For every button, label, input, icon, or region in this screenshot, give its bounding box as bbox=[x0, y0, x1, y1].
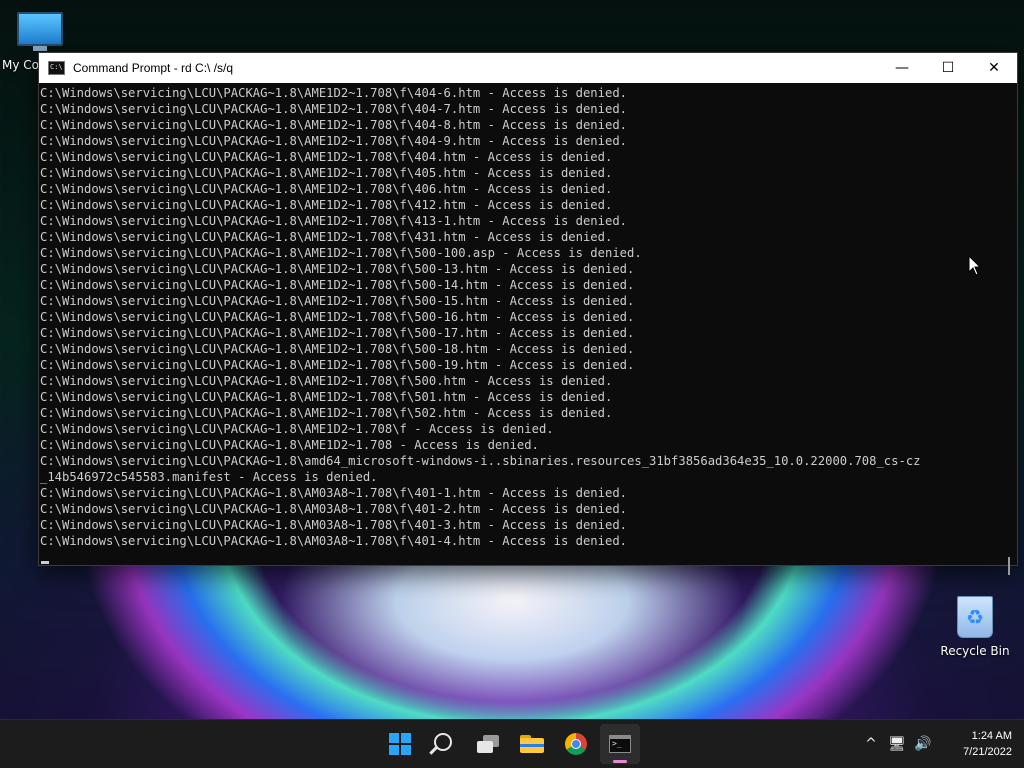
console-line: C:\Windows\servicing\LCU\PACKAG~1.8\AME1… bbox=[40, 102, 627, 116]
command-prompt-icon: C:\ bbox=[48, 61, 65, 75]
console-line: C:\Windows\servicing\LCU\PACKAG~1.8\AME1… bbox=[40, 150, 613, 164]
start-button[interactable] bbox=[380, 724, 420, 764]
console-line: C:\Windows\servicing\LCU\PACKAG~1.8\AME1… bbox=[40, 310, 635, 324]
console-line: C:\Windows\servicing\LCU\PACKAG~1.8\AM03… bbox=[40, 518, 627, 532]
console-scrollbar[interactable] bbox=[999, 83, 1017, 575]
text-cursor bbox=[41, 561, 49, 564]
console-line: C:\Windows\servicing\LCU\PACKAG~1.8\AME1… bbox=[40, 390, 613, 404]
console-line: C:\Windows\servicing\LCU\PACKAG~1.8\AME1… bbox=[40, 262, 635, 276]
console-line: C:\Windows\servicing\LCU\PACKAG~1.8\AME1… bbox=[40, 326, 635, 340]
console-line: C:\Windows\servicing\LCU\PACKAG~1.8\AM03… bbox=[40, 486, 627, 500]
recycle-bin-label: Recycle Bin bbox=[940, 644, 1010, 658]
scrollbar-thumb[interactable] bbox=[1008, 557, 1010, 575]
monitor-icon bbox=[17, 12, 63, 46]
system-tray: ^ 🖥 🔊 1:24 AM 7/21/2022 bbox=[858, 720, 1024, 768]
console-line: _14b546972c545583.manifest - Access is d… bbox=[40, 470, 378, 484]
console-line: C:\Windows\servicing\LCU\PACKAG~1.8\AME1… bbox=[40, 134, 627, 148]
window-titlebar[interactable]: C:\ Command Prompt - rd C:\ /s/q — ☐ ✕ bbox=[39, 53, 1017, 83]
file-explorer-button[interactable] bbox=[512, 724, 552, 764]
network-icon[interactable]: 🖥 bbox=[884, 736, 910, 752]
console-line: C:\Windows\servicing\LCU\PACKAG~1.8\AME1… bbox=[40, 166, 613, 180]
search-button[interactable] bbox=[424, 724, 464, 764]
task-view-icon bbox=[477, 735, 499, 753]
clock-time: 1:24 AM bbox=[971, 730, 1012, 742]
console-line: C:\Windows\servicing\LCU\PACKAG~1.8\AME1… bbox=[40, 406, 613, 420]
console-line: C:\Windows\servicing\LCU\PACKAG~1.8\AME1… bbox=[40, 374, 613, 388]
show-hidden-icons-chevron-icon[interactable]: ^ bbox=[858, 736, 884, 752]
window-controls: — ☐ ✕ bbox=[879, 53, 1017, 83]
chrome-button[interactable] bbox=[556, 724, 596, 764]
clock-date: 7/21/2022 bbox=[963, 746, 1012, 758]
search-icon bbox=[434, 733, 452, 751]
taskbar: >_ ^ 🖥 🔊 1:24 AM 7/21/2022 bbox=[0, 719, 1024, 768]
command-prompt-button[interactable]: >_ bbox=[600, 724, 640, 764]
console-line: C:\Windows\servicing\LCU\PACKAG~1.8\AME1… bbox=[40, 182, 613, 196]
console-line: C:\Windows\servicing\LCU\PACKAG~1.8\amd6… bbox=[40, 454, 921, 468]
recycle-bin-desktop-icon[interactable]: Recycle Bin bbox=[938, 596, 1012, 658]
console-line: C:\Windows\servicing\LCU\PACKAG~1.8\AM03… bbox=[40, 502, 627, 516]
console-line: C:\Windows\servicing\LCU\PACKAG~1.8\AME1… bbox=[40, 342, 635, 356]
clock[interactable]: 1:24 AM 7/21/2022 bbox=[942, 728, 1012, 760]
console-line: C:\Windows\servicing\LCU\PACKAG~1.8\AME1… bbox=[40, 358, 635, 372]
console-line: C:\Windows\servicing\LCU\PACKAG~1.8\AME1… bbox=[40, 86, 627, 100]
console-line: C:\Windows\servicing\LCU\PACKAG~1.8\AME1… bbox=[40, 214, 627, 228]
terminal-icon: >_ bbox=[609, 735, 631, 753]
close-button[interactable]: ✕ bbox=[971, 53, 1017, 83]
console-prompt-line bbox=[40, 549, 999, 565]
window-title: Command Prompt - rd C:\ /s/q bbox=[73, 61, 234, 75]
recycle-bin-icon bbox=[957, 596, 993, 638]
windows-logo-icon bbox=[389, 733, 411, 755]
console-line: C:\Windows\servicing\LCU\PACKAG~1.8\AME1… bbox=[40, 118, 627, 132]
folder-icon bbox=[520, 735, 544, 753]
task-view-button[interactable] bbox=[468, 724, 508, 764]
console-line: C:\Windows\servicing\LCU\PACKAG~1.8\AM03… bbox=[40, 534, 627, 548]
chrome-icon bbox=[565, 733, 587, 755]
console-line: C:\Windows\servicing\LCU\PACKAG~1.8\AME1… bbox=[40, 294, 635, 308]
console-output[interactable]: C:\Windows\servicing\LCU\PACKAG~1.8\AME1… bbox=[39, 83, 999, 565]
minimize-button[interactable]: — bbox=[879, 53, 925, 83]
console-line: C:\Windows\servicing\LCU\PACKAG~1.8\AME1… bbox=[40, 278, 635, 292]
my-computer-desktop-icon[interactable]: My Co bbox=[0, 8, 80, 72]
maximize-button[interactable]: ☐ bbox=[925, 53, 971, 83]
console-line: C:\Windows\servicing\LCU\PACKAG~1.8\AME1… bbox=[40, 422, 554, 436]
volume-icon[interactable]: 🔊 bbox=[910, 736, 936, 752]
my-computer-label: My Co bbox=[2, 58, 39, 72]
command-prompt-window[interactable]: C:\ Command Prompt - rd C:\ /s/q — ☐ ✕ C… bbox=[38, 52, 1018, 575]
console-line: C:\Windows\servicing\LCU\PACKAG~1.8\AME1… bbox=[40, 246, 642, 260]
console-line: C:\Windows\servicing\LCU\PACKAG~1.8\AME1… bbox=[40, 230, 613, 244]
mouse-pointer-icon bbox=[968, 255, 982, 276]
taskbar-apps: >_ bbox=[380, 720, 640, 768]
console-line: C:\Windows\servicing\LCU\PACKAG~1.8\AME1… bbox=[40, 438, 539, 452]
console-line: C:\Windows\servicing\LCU\PACKAG~1.8\AME1… bbox=[40, 198, 613, 212]
